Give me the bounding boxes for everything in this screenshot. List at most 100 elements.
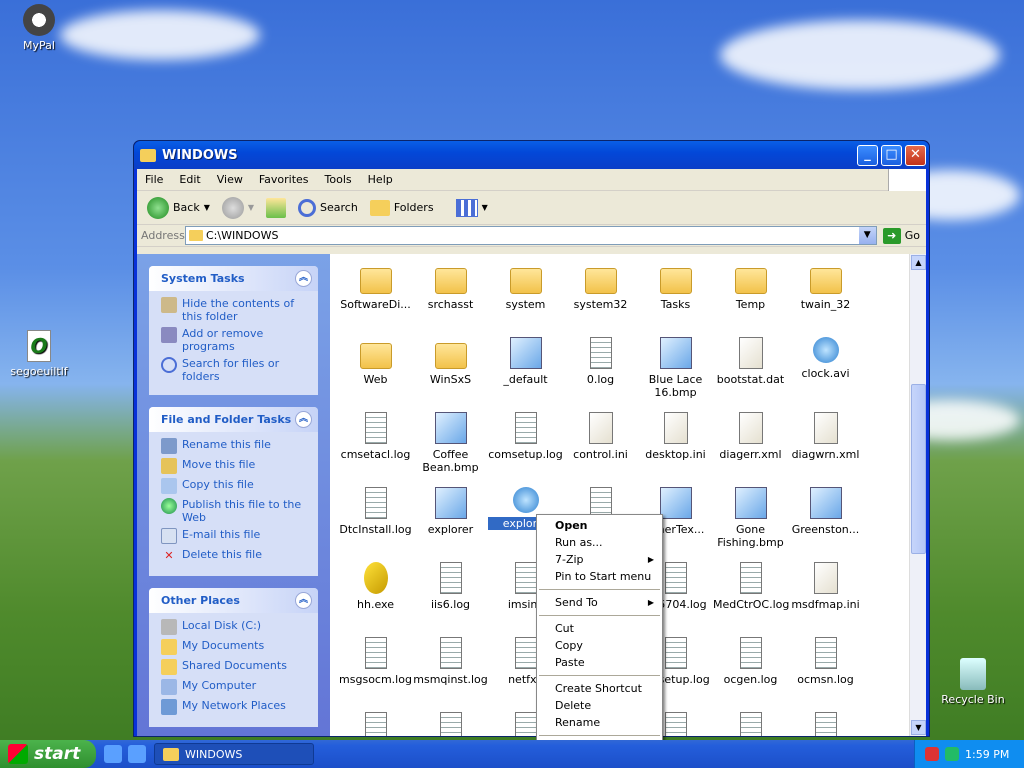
file-item[interactable]: Gone Fishing.bmp — [713, 487, 788, 549]
place-my-computer[interactable]: My Computer — [161, 679, 310, 695]
file-item[interactable]: srchasst — [413, 262, 488, 311]
menu-item-copy[interactable]: Copy — [537, 637, 662, 654]
file-item[interactable]: Temp — [713, 262, 788, 311]
task-move-file[interactable]: Move this file — [161, 458, 310, 474]
file-item[interactable]: cmsetacl.log — [338, 412, 413, 461]
file-item[interactable]: Tasks — [638, 262, 713, 311]
menu-help[interactable]: Help — [360, 173, 401, 186]
file-item[interactable]: _default — [488, 337, 563, 386]
maximize-button[interactable]: □ — [881, 145, 902, 166]
file-item[interactable]: comsetup.log — [488, 412, 563, 461]
task-add-remove-programs[interactable]: Add or remove programs — [161, 327, 310, 353]
close-button[interactable]: ✕ — [905, 145, 926, 166]
place-local-disk[interactable]: Local Disk (C:) — [161, 619, 310, 635]
file-folder-tasks-header[interactable]: File and Folder Tasks ︽ — [149, 407, 318, 432]
scroll-up-arrow[interactable]: ▲ — [911, 255, 926, 270]
address-dropdown-button[interactable]: ▼ — [858, 227, 876, 244]
place-my-network[interactable]: My Network Places — [161, 699, 310, 715]
desktop-icon-font[interactable]: O segoeuiltlf — [4, 330, 74, 378]
task-publish-web[interactable]: Publish this file to the Web — [161, 498, 310, 524]
go-button[interactable]: ➜ Go — [877, 227, 926, 244]
menu-item-pin-to-start-menu[interactable]: Pin to Start menu — [537, 568, 662, 585]
file-item[interactable]: DtcInstall.log — [338, 487, 413, 536]
file-item[interactable]: twain_32 — [788, 262, 863, 311]
place-shared-documents[interactable]: Shared Documents — [161, 659, 310, 675]
menu-item-rename[interactable]: Rename — [537, 714, 662, 731]
file-item[interactable]: clock.avi — [788, 337, 863, 380]
file-item-partial[interactable] — [413, 712, 488, 736]
taskbar-button-windows[interactable]: WINDOWS — [154, 743, 314, 765]
collapse-icon[interactable]: ︽ — [295, 592, 312, 609]
menu-edit[interactable]: Edit — [171, 173, 208, 186]
folders-button[interactable]: Folders — [366, 198, 438, 218]
file-item-partial[interactable] — [788, 712, 863, 736]
system-tasks-header[interactable]: System Tasks ︽ — [149, 266, 318, 291]
task-search-files[interactable]: Search for files or folders — [161, 357, 310, 383]
desktop-icon-mypal[interactable]: MyPal — [4, 4, 74, 52]
task-rename-file[interactable]: Rename this file — [161, 438, 310, 454]
title-bar[interactable]: WINDOWS _ □ ✕ — [134, 141, 929, 169]
file-item[interactable]: msmqinst.log — [413, 637, 488, 686]
desktop-icon-recycle-bin[interactable]: Recycle Bin — [938, 658, 1008, 706]
task-email-file[interactable]: E-mail this file — [161, 528, 310, 544]
file-item[interactable]: msgsocm.log — [338, 637, 413, 686]
ie-icon[interactable] — [104, 745, 122, 763]
file-item[interactable]: system32 — [563, 262, 638, 311]
file-item[interactable]: hh.exe — [338, 562, 413, 611]
file-item-partial[interactable] — [338, 712, 413, 736]
file-item[interactable]: system — [488, 262, 563, 311]
file-item[interactable]: Coffee Bean.bmp — [413, 412, 488, 474]
file-item[interactable]: bootstat.dat — [713, 337, 788, 386]
menu-favorites[interactable]: Favorites — [251, 173, 317, 186]
up-button[interactable] — [262, 196, 290, 220]
menu-tools[interactable]: Tools — [317, 173, 360, 186]
menu-item-create-shortcut[interactable]: Create Shortcut — [537, 680, 662, 697]
menu-item-run-as[interactable]: Run as... — [537, 534, 662, 551]
file-item[interactable]: ocgen.log — [713, 637, 788, 686]
menu-view[interactable]: View — [209, 173, 251, 186]
place-my-documents[interactable]: My Documents — [161, 639, 310, 655]
menu-file[interactable]: File — [137, 173, 171, 186]
file-item[interactable]: SoftwareDi... — [338, 262, 413, 311]
file-item[interactable]: desktop.ini — [638, 412, 713, 461]
file-item[interactable]: explorer — [413, 487, 488, 536]
menu-item-cut[interactable]: Cut — [537, 620, 662, 637]
menu-item-open[interactable]: Open — [537, 517, 662, 534]
address-input[interactable]: C:\WINDOWS ▼ — [185, 226, 877, 245]
views-button[interactable]: ▼ — [452, 197, 492, 219]
file-item[interactable]: Blue Lace 16.bmp — [638, 337, 713, 399]
task-hide-contents[interactable]: Hide the contents of this folder — [161, 297, 310, 323]
menu-item-send-to[interactable]: Send To ▶ — [537, 594, 662, 611]
other-places-header[interactable]: Other Places ︽ — [149, 588, 318, 613]
security-shield-icon[interactable] — [925, 747, 939, 761]
forward-button[interactable]: ▼ — [218, 195, 258, 221]
network-icon[interactable] — [945, 747, 959, 761]
file-item[interactable]: ocmsn.log — [788, 637, 863, 686]
file-item[interactable]: control.ini — [563, 412, 638, 461]
file-item[interactable]: Greenston... — [788, 487, 863, 536]
task-delete-file[interactable]: ✕ Delete this file — [161, 548, 310, 564]
file-item[interactable]: diagerr.xml — [713, 412, 788, 461]
scroll-thumb[interactable] — [911, 384, 926, 554]
file-item[interactable]: Web — [338, 337, 413, 386]
file-item[interactable]: MedCtrOC.log — [713, 562, 789, 611]
vertical-scrollbar[interactable]: ▲ ▼ — [909, 254, 926, 736]
menu-item-paste[interactable]: Paste — [537, 654, 662, 671]
clock[interactable]: 1:59 PM — [965, 748, 1009, 761]
scroll-down-arrow[interactable]: ▼ — [911, 720, 926, 735]
minimize-button[interactable]: _ — [857, 145, 878, 166]
menu-item-delete[interactable]: Delete — [537, 697, 662, 714]
file-item[interactable]: diagwrn.xml — [788, 412, 863, 461]
file-item[interactable]: msdfmap.ini — [788, 562, 863, 611]
collapse-icon[interactable]: ︽ — [295, 270, 312, 287]
file-item[interactable]: 0.log — [563, 337, 638, 386]
search-button[interactable]: Search — [294, 197, 362, 219]
menu-item-7-zip[interactable]: 7-Zip ▶ — [537, 551, 662, 568]
back-button[interactable]: Back ▼ — [143, 195, 214, 221]
file-item[interactable]: iis6.log — [413, 562, 488, 611]
file-item-partial[interactable] — [713, 712, 788, 736]
collapse-icon[interactable]: ︽ — [295, 411, 312, 428]
file-item[interactable]: WinSxS — [413, 337, 488, 386]
show-desktop-icon[interactable] — [128, 745, 146, 763]
start-button[interactable]: start — [0, 740, 96, 768]
